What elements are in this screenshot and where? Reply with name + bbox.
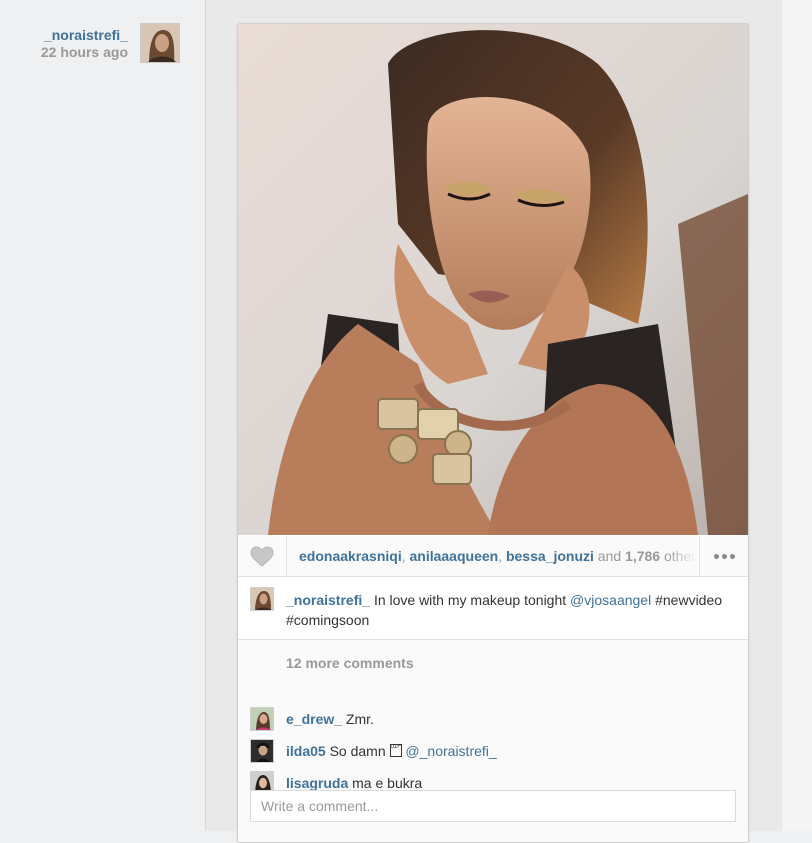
post-author-username[interactable]: _noraistrefi_: [30, 26, 128, 44]
post-caption: _noraistrefi_ In love with my makeup ton…: [238, 577, 748, 640]
like-button[interactable]: [238, 536, 287, 576]
post-timestamp[interactable]: 22 hours ago: [30, 44, 128, 60]
post-photo[interactable]: [238, 24, 748, 535]
comment-username[interactable]: e_drew_: [286, 711, 342, 727]
more-options-button[interactable]: [699, 536, 748, 576]
heart-icon: [250, 545, 274, 567]
caption-mention[interactable]: @vjosaangel: [570, 592, 651, 608]
post-card: edonaakrasniqi, anilaaaqueen, bessa_jonu…: [237, 23, 749, 843]
comment-username[interactable]: lisagruda: [286, 775, 348, 791]
liker-link[interactable]: edonaakrasniqi: [299, 548, 402, 564]
commenter-avatar[interactable]: [250, 739, 274, 763]
likes-count[interactable]: 1,786: [625, 548, 660, 564]
comment-text: e_drew_ Zmr.: [286, 710, 374, 728]
comment-item: e_drew_ Zmr.: [250, 707, 740, 733]
comment-input[interactable]: [250, 790, 736, 822]
commenter-avatar[interactable]: [250, 707, 274, 731]
post-meta: _noraistrefi_ 22 hours ago: [30, 26, 128, 60]
right-gutter: [782, 0, 812, 831]
comment-body: Zmr.: [345, 711, 374, 727]
caption-body: In love with my makeup tonight: [373, 592, 567, 608]
comment-mention[interactable]: @_noraistrefi_: [405, 743, 496, 759]
post-author-avatar[interactable]: [140, 23, 180, 63]
comment-text: ilda05 So damn 01F 31E @_noraistrefi_: [286, 742, 497, 760]
more-options-icon: [713, 553, 719, 559]
caption-username[interactable]: _noraistrefi_: [286, 592, 370, 608]
comment-item: ilda05 So damn 01F 31E @_noraistrefi_: [250, 739, 740, 765]
caption-text: _noraistrefi_ In love with my makeup ton…: [286, 590, 736, 630]
liker-link[interactable]: bessa_jonuzi: [506, 548, 594, 564]
liker-link[interactable]: anilaaaqueen: [409, 548, 498, 564]
likes-and-text: and: [597, 548, 622, 564]
likers-fade: [667, 547, 697, 565]
comment-body: So damn: [329, 743, 386, 759]
comment-username[interactable]: ilda05: [286, 743, 326, 759]
more-options-icon: [729, 553, 735, 559]
more-comments-link[interactable]: 12 more comments: [286, 655, 414, 671]
emoji-tofu-glyph: 01F 31E: [389, 744, 402, 757]
likers-list: edonaakrasniqi, anilaaaqueen, bessa_jonu…: [299, 547, 697, 565]
comments-section: 12 more comments e_drew_ Zmr. ilda05 So …: [238, 640, 748, 842]
likes-bar: edonaakrasniqi, anilaaaqueen, bessa_jonu…: [238, 536, 748, 577]
caption-author-avatar[interactable]: [250, 587, 274, 611]
comment-body: ma e bukra: [352, 775, 423, 791]
more-options-icon: [721, 553, 727, 559]
